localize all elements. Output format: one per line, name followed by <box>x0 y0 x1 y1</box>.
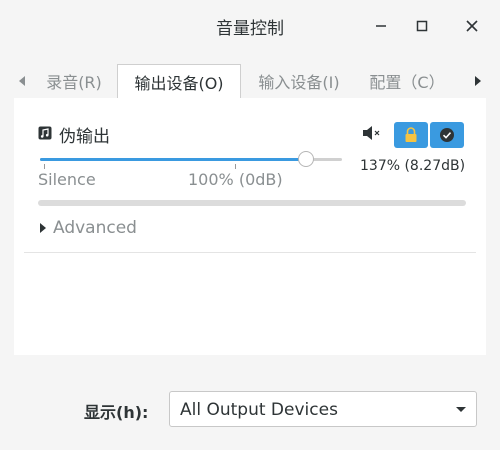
volume-slider-fill <box>40 158 306 161</box>
lock-icon <box>405 127 417 142</box>
close-icon <box>466 20 478 32</box>
tab-input-devices[interactable]: 输入设备(I) <box>242 64 356 98</box>
normal-volume-mark-label: 100% (0dB) <box>188 170 283 189</box>
minimize-icon <box>376 25 386 27</box>
tab-recording[interactable]: 录音(R) <box>32 64 116 98</box>
chevron-down-icon <box>456 407 466 412</box>
show-devices-dropdown[interactable]: All Output Devices <box>169 391 477 427</box>
silence-mark-label: Silence <box>38 170 96 189</box>
output-devices-panel: 伪输出 Silence 100% (0dB) 137% (8.27dB) Adv… <box>14 98 486 355</box>
silence-tick <box>44 164 45 169</box>
level-meter <box>38 200 466 206</box>
tab-bar: 录音(R) 输出设备(O) 输入设备(I) 配置（C） <box>14 64 486 99</box>
mute-toggle-icon[interactable] <box>362 124 382 142</box>
checkmark-icon <box>440 128 454 142</box>
volume-slider-handle[interactable] <box>297 151 314 167</box>
audio-card-icon <box>38 126 52 140</box>
chevron-left-icon <box>19 76 25 86</box>
divider <box>24 252 476 253</box>
close-button[interactable] <box>458 12 486 40</box>
expander-arrow-icon <box>40 223 46 233</box>
minimize-button[interactable] <box>367 12 395 40</box>
device-name: 伪输出 <box>59 127 110 147</box>
maximize-icon <box>416 20 428 32</box>
show-label: 显示(h): <box>84 403 149 422</box>
titlebar: 音量控制 <box>0 0 500 56</box>
advanced-label: Advanced <box>53 218 137 238</box>
lock-channels-button[interactable] <box>394 122 428 148</box>
volume-value: 137% (8.27dB) <box>360 158 466 174</box>
maximize-button[interactable] <box>408 12 436 40</box>
set-default-button[interactable] <box>430 122 464 148</box>
tab-scroll-right-button[interactable] <box>470 72 486 90</box>
volume-slider[interactable] <box>40 158 342 161</box>
chevron-right-icon <box>475 76 481 86</box>
normal-volume-tick <box>235 164 236 169</box>
tab-scroll-left-button[interactable] <box>14 72 30 90</box>
dropdown-selected-value: All Output Devices <box>180 400 338 420</box>
tab-output-devices[interactable]: 输出设备(O) <box>117 64 241 99</box>
advanced-expander[interactable]: Advanced <box>40 217 137 239</box>
tab-configuration[interactable]: 配置（C） <box>364 64 450 98</box>
